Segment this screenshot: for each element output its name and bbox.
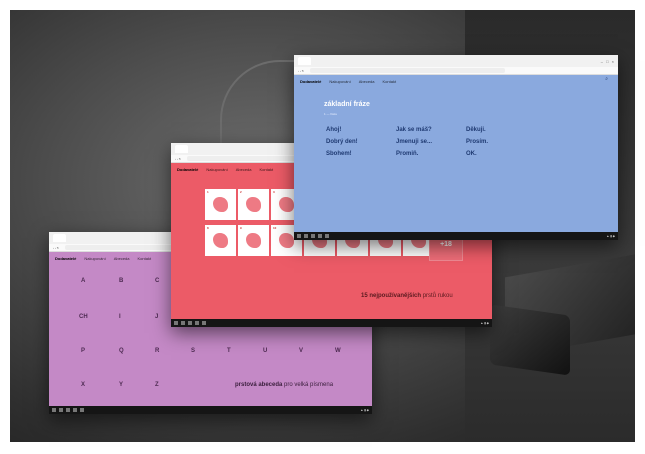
handshape-card[interactable]: 9 [238, 225, 269, 256]
browser-tabbar: – □ × [294, 55, 618, 67]
letter[interactable]: T [227, 348, 231, 354]
address-bar[interactable]: ‹ › ↻ [294, 67, 618, 75]
letter[interactable]: J [155, 314, 158, 320]
letter[interactable]: Y [119, 382, 123, 388]
app-icon[interactable] [73, 408, 77, 412]
hand-icon [246, 233, 261, 248]
phrase-link[interactable]: Promiň. [396, 151, 418, 157]
system-tray[interactable]: ▲ ▮ ◆ [606, 234, 615, 238]
letter[interactable]: S [191, 348, 195, 354]
window-controls[interactable]: – □ × [601, 59, 615, 64]
nav-brand[interactable]: Dodavatelé [55, 256, 76, 261]
start-icon[interactable] [297, 234, 301, 238]
browser-tab[interactable] [298, 57, 311, 65]
hand-icon [279, 197, 294, 212]
claim-rest: pro velká písmena [282, 382, 334, 388]
app-icon[interactable] [66, 408, 70, 412]
taskbar: ▲ ▮ ◆ [171, 319, 492, 327]
phrase-link[interactable]: Dobrý den! [326, 139, 358, 145]
phrase-link[interactable]: Děkuji. [466, 127, 486, 133]
app-icon[interactable] [325, 234, 329, 238]
nav-arrows-icon[interactable]: ‹ › ↻ [53, 246, 59, 250]
app-icon[interactable] [318, 234, 322, 238]
hand-icon [213, 233, 228, 248]
claim-bold: 15 nejpoužívanějších [361, 293, 422, 299]
card-number: 2 [240, 190, 242, 194]
card-number: 9 [240, 226, 242, 230]
card-number: 8 [207, 226, 209, 230]
breadcrumb[interactable]: 1 — fráze [324, 112, 337, 116]
card-number: 1 [207, 190, 209, 194]
app-icon[interactable] [80, 408, 84, 412]
nav-link[interactable]: Nakupování [329, 79, 350, 84]
browser-tab[interactable] [53, 234, 66, 242]
letter[interactable]: B [119, 278, 123, 284]
claim-bold: prstová abeceda [235, 382, 283, 388]
url-field[interactable] [310, 68, 506, 73]
letter[interactable]: V [299, 348, 303, 354]
letter[interactable]: I [119, 314, 121, 320]
taskbar: ▲ ▮ ◆ [294, 232, 618, 240]
phrase-link[interactable]: Jmenuji se... [396, 139, 432, 145]
nav-link[interactable]: Abeceda [359, 79, 375, 84]
leap-motion-device [490, 304, 570, 376]
app-icon[interactable] [311, 234, 315, 238]
taskbar: ▲ ▮ ◆ [49, 406, 372, 414]
letter[interactable]: C [155, 278, 159, 284]
nav-link[interactable]: Kontakt [260, 167, 274, 172]
nav-brand[interactable]: Dodavatelé [177, 167, 198, 172]
nav-link[interactable]: Abeceda [114, 256, 130, 261]
app-icon[interactable] [202, 321, 206, 325]
phrase-link[interactable]: Prosím. [466, 139, 488, 145]
letter[interactable]: R [155, 348, 159, 354]
app-icon[interactable] [181, 321, 185, 325]
letter[interactable]: U [263, 348, 267, 354]
nav-arrows-icon[interactable]: ‹ › ↻ [175, 157, 181, 161]
handshape-card[interactable]: 2 [238, 189, 269, 220]
hand-icon [279, 233, 294, 248]
page-title: základní fráze [324, 101, 370, 108]
handshape-card[interactable]: 1 [205, 189, 236, 220]
nav-link[interactable]: Abeceda [236, 167, 252, 172]
window-phrases: – □ × ‹ › ↻ Dodavatelé Nakupování Abeced… [294, 55, 618, 240]
letter[interactable]: Z [155, 382, 159, 388]
phrase-link[interactable]: Ahoj! [326, 127, 341, 133]
letter[interactable]: P [81, 348, 85, 354]
handshape-claim: 15 nejpoužívanějších prstů rukou [361, 293, 453, 299]
letter[interactable]: A [81, 278, 85, 284]
start-icon[interactable] [52, 408, 56, 412]
claim-rest: prstů rukou [421, 293, 453, 299]
phrase-link[interactable]: Sbohem! [326, 151, 352, 157]
nav-link[interactable]: Kontakt [383, 79, 397, 84]
hand-icon [213, 197, 228, 212]
nav-link[interactable]: Nakupování [206, 167, 227, 172]
alphabet-claim: prstová abeceda pro velká písmena [235, 382, 333, 388]
letter[interactable]: Q [119, 348, 124, 354]
app-icon[interactable] [195, 321, 199, 325]
search-icon[interactable]: ⌕ [605, 76, 608, 82]
hand-icon [246, 197, 261, 212]
letter[interactable]: X [81, 382, 85, 388]
card-number: 3 [273, 190, 275, 194]
handshape-card[interactable]: 8 [205, 225, 236, 256]
nav-arrows-icon[interactable]: ‹ › ↻ [298, 69, 304, 73]
letter[interactable]: W [335, 348, 341, 354]
phrase-link[interactable]: Jak se máš? [396, 127, 432, 133]
app-icon[interactable] [59, 408, 63, 412]
nav-brand[interactable]: Dodavatelé [300, 79, 321, 84]
phrase-link[interactable]: OK. [466, 151, 477, 157]
browser-tab[interactable] [175, 145, 188, 153]
system-tray[interactable]: ▲ ▮ ◆ [480, 321, 489, 325]
card-number: 10 [273, 226, 277, 230]
app-icon[interactable] [304, 234, 308, 238]
site-nav: Dodavatelé Nakupování Abeceda Kontakt [294, 75, 618, 88]
app-icon[interactable] [188, 321, 192, 325]
system-tray[interactable]: ▲ ▮ ◆ [360, 408, 369, 412]
letter[interactable]: CH [79, 314, 88, 320]
nav-link[interactable]: Nakupování [84, 256, 105, 261]
start-icon[interactable] [174, 321, 178, 325]
nav-link[interactable]: Kontakt [138, 256, 152, 261]
